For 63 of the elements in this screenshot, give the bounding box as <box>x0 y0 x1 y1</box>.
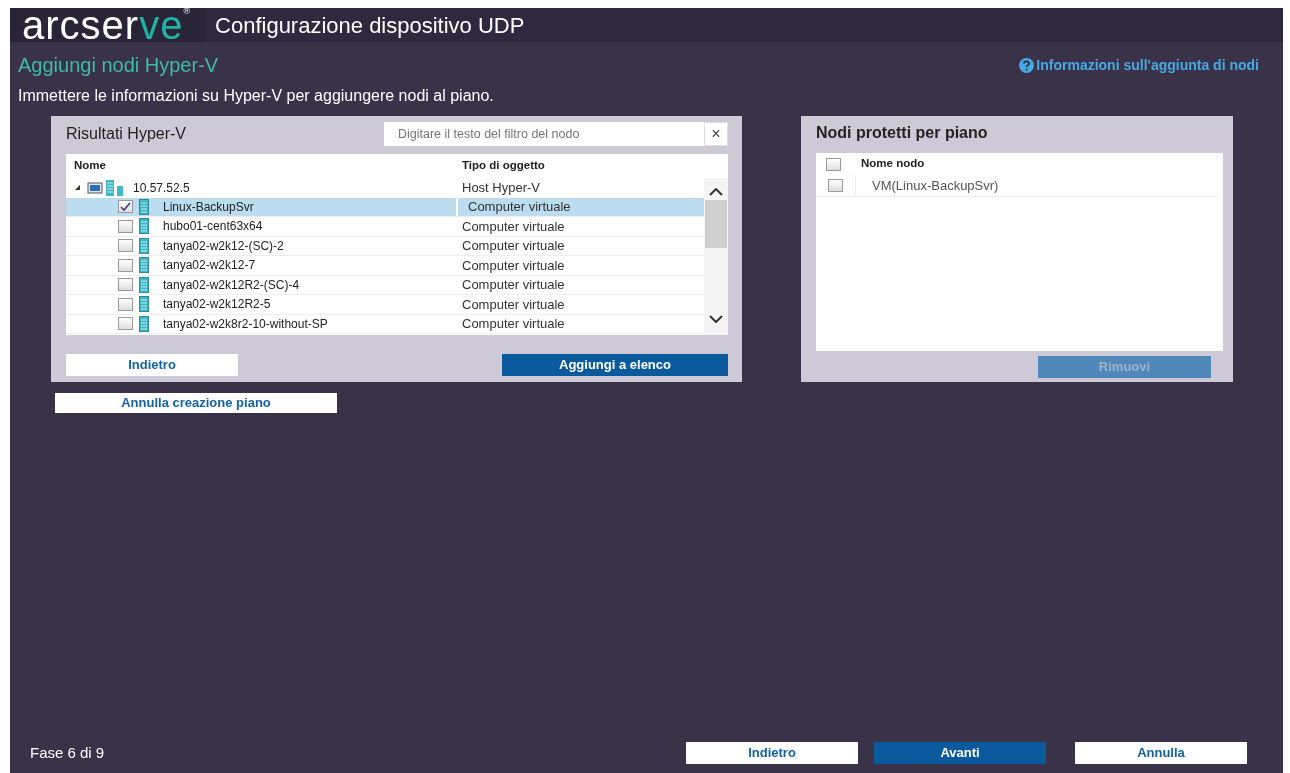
checkbox[interactable] <box>118 278 133 292</box>
button[interactable]: Aggiungi a elenco <box>502 354 728 376</box>
column-header: Nome <box>73 158 107 174</box>
node-name: VM(Linux-BackupSvr) <box>871 176 999 195</box>
cancel-plan-button[interactable]: Annulla creazione piano <box>55 392 337 413</box>
tree-row[interactable]: tanya02-w2k8r2-10-without-SP Computer virtuale <box>66 314 704 334</box>
column-header: Tipo di oggetto <box>461 158 546 174</box>
server-icon <box>139 198 149 215</box>
scrollbar[interactable] <box>704 178 728 335</box>
type-cell-text: Computer virtuale <box>461 295 566 314</box>
page-title: Aggiungi nodi Hyper-V <box>18 53 219 78</box>
server-icon <box>139 218 149 235</box>
checkbox[interactable] <box>118 317 133 331</box>
description: Immettere le informazioni su Hyper-V per aggiungere nodi al piano. <box>17 86 495 106</box>
help-link[interactable]: Informazioni sull'aggiunta di nodi <box>1019 54 1259 76</box>
server-icon <box>139 296 149 313</box>
server-icon <box>139 257 149 274</box>
tree-row[interactable]: tanya02-w2k12R2-5 Computer virtuale <box>66 295 704 315</box>
tree-row[interactable]: hubo01-cent63x64 Computer virtuale <box>66 217 704 237</box>
type-cell-text: Computer virtuale <box>461 276 566 294</box>
step-label: Fase 6 di 9 <box>30 742 105 763</box>
server-icon <box>139 237 149 254</box>
panel-title: Nodi protetti per piano <box>816 123 989 143</box>
tree-row[interactable]: Linux-BackupSvr Computer virtuale <box>66 197 704 217</box>
clear-button[interactable]: × <box>704 122 728 146</box>
node-name: tanya02-w2k12-7 <box>163 257 256 275</box>
tree-row[interactable]: tanya02-w2k12R2-(SC)-4 Computer virtuale <box>66 275 704 295</box>
type-cell-text: Computer virtuale <box>461 217 566 236</box>
checkbox[interactable] <box>826 157 841 171</box>
node-name: hubo01-cent63x64 <box>163 218 263 236</box>
scroll-down-icon <box>709 315 723 323</box>
node-name: Linux-BackupSvr <box>163 198 254 216</box>
checkbox[interactable] <box>118 297 133 311</box>
type-cell-text: Computer virtuale <box>461 256 566 275</box>
server-icon <box>139 315 149 332</box>
type-cell-text: Computer virtuale <box>461 315 566 333</box>
column-header: Nome nodo <box>861 156 925 172</box>
node-name: tanya02-w2k12-(SC)-2 <box>163 237 284 255</box>
node-name: tanya02-w2k12R2-5 <box>163 296 271 314</box>
button[interactable]: Annulla <box>1075 742 1247 764</box>
help-icon <box>1019 57 1035 73</box>
node-name: 10.57.52.5 <box>133 179 190 197</box>
checkbox[interactable] <box>828 179 843 192</box>
node-name: tanya02-w2k12R2-(SC)-4 <box>163 276 300 294</box>
node-name: tanya02-w2k8r2-10-without-SP <box>163 315 328 333</box>
checkbox[interactable] <box>118 200 133 214</box>
tree-row[interactable]: tanya02-w2k12-(SC)-2 Computer virtuale <box>66 236 704 256</box>
tree-row[interactable]: 10.57.52.5 Host Hyper-V <box>66 178 704 198</box>
server-icon <box>139 276 149 293</box>
filter-field[interactable]: Digitare il testo del filtro del nodo <box>384 122 704 146</box>
scroll-up-icon <box>709 188 723 196</box>
type-cell-text: Computer virtuale <box>461 237 566 255</box>
button[interactable]: Indietro <box>686 742 858 764</box>
node-row[interactable]: VM(Linux-BackupSvr) <box>816 175 1219 197</box>
checkbox[interactable] <box>118 239 133 253</box>
type-cell-text: Host Hyper-V <box>461 179 542 197</box>
button[interactable]: Indietro <box>66 354 238 376</box>
checkbox[interactable] <box>118 219 133 233</box>
window-title: Configurazione dispositivo UDP <box>215 11 525 40</box>
tree-row[interactable]: tanya02-w2k12-7 Computer virtuale <box>66 256 704 276</box>
button[interactable]: Avanti <box>874 742 1046 764</box>
checkbox[interactable] <box>118 258 133 272</box>
panel-title: Risultati Hyper-V <box>66 124 187 144</box>
